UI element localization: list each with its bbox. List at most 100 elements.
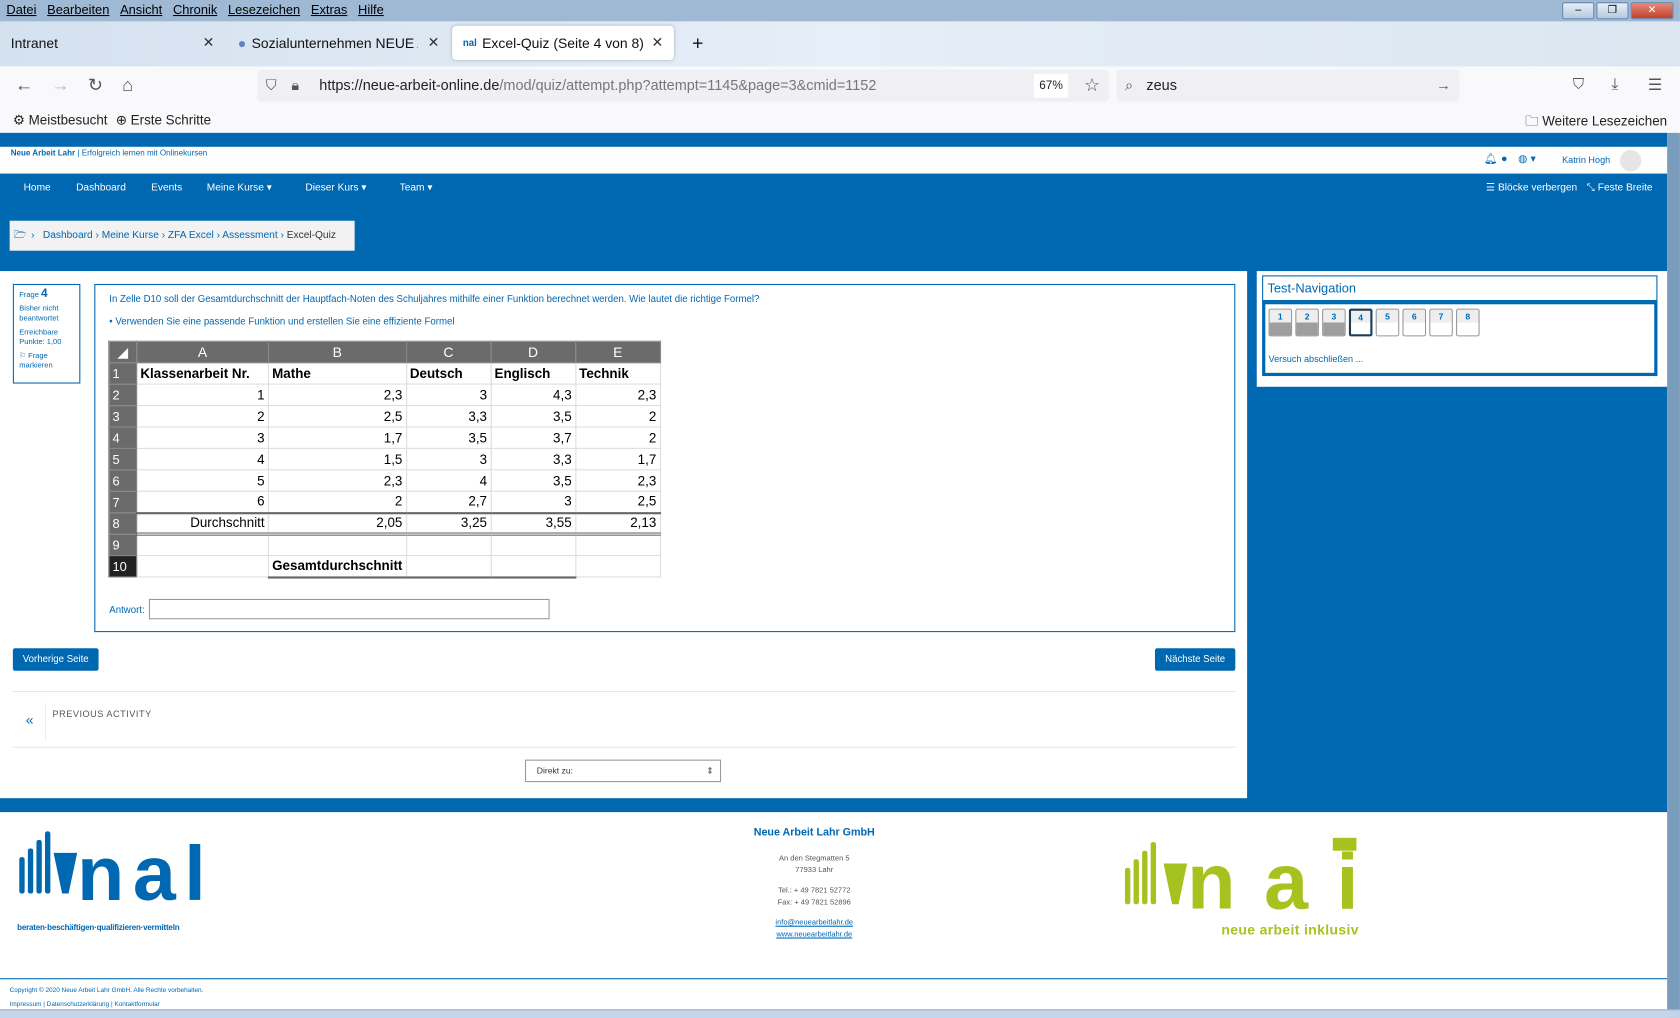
close-tab-icon[interactable]: ✕ (428, 34, 440, 51)
row-header: 7 (108, 490, 138, 514)
sheet-cell (574, 554, 661, 578)
breadcrumb-excel-quiz: Excel-Quiz (286, 229, 336, 242)
bookmark-erste-schritte[interactable]: ⊕ Erste Schritte (116, 111, 211, 127)
nav-meine-kurse[interactable]: Meine Kurse ▾ (207, 182, 272, 194)
breadcrumb-zfa-excel[interactable]: ZFA Excel (168, 229, 214, 241)
double-chevron-left-icon[interactable]: « (26, 711, 34, 727)
language-icon[interactable]: ◍ ▾ (1518, 153, 1536, 165)
bookmark-meistbesucht[interactable]: ⚙ Meistbesucht (13, 111, 108, 127)
quiz-page-6-button[interactable]: 6 (1402, 308, 1427, 337)
menu-lesezeichen[interactable]: Lesezeichen (228, 2, 300, 19)
quiz-page-5-button[interactable]: 5 (1375, 308, 1400, 337)
question-number: 4 (40, 287, 48, 300)
quiz-page-3-button[interactable]: 3 (1322, 308, 1346, 337)
bell-icon[interactable]: 🔔︎ (1484, 153, 1498, 165)
user-name[interactable]: Katrin Hogh (1562, 154, 1610, 165)
other-bookmarks[interactable]: 🗀 Weitere Lesezeichen (1525, 111, 1667, 133)
row-header: 6 (108, 469, 138, 492)
footer-links[interactable]: Impressum | Datenschutzerklärung | Konta… (10, 1002, 160, 1008)
quiz-page-2-button[interactable]: 2 (1295, 308, 1319, 337)
question-label: Frage (19, 291, 39, 299)
pocket-icon[interactable]: ⛉ (1573, 75, 1584, 93)
fixed-width-link[interactable]: ⤡ Feste Breite (1587, 182, 1653, 194)
quiz-page-1-button[interactable]: 1 (1268, 308, 1293, 337)
nav-team[interactable]: Team ▾ (400, 182, 433, 194)
tab-excel-quiz[interactable]: nal Excel-Quiz (Seite 4 von 8) ✕ (452, 25, 674, 60)
close-tab-icon[interactable]: ✕ (652, 34, 664, 51)
menu-bearbeiten[interactable]: Bearbeiten (47, 2, 109, 19)
tab-intranet[interactable]: Intranet ✕ (0, 26, 225, 60)
url-host: https://neue-arbeit-online.de (319, 77, 500, 94)
previous-page-button[interactable]: Vorherige Seite (12, 648, 99, 671)
restore-button[interactable]: ❐ (1596, 2, 1629, 20)
flag-question[interactable]: ⚐ Frage markieren (19, 351, 74, 370)
menu-hilfe[interactable]: Hilfe (358, 2, 384, 19)
url-bar[interactable]: ⛉ 🔒︎ https://neue-arbeit-online.de/mod/q… (257, 69, 1109, 102)
row-header: 4 (108, 426, 138, 449)
nav-home[interactable]: Home (24, 182, 51, 194)
lock-icon: 🔒︎ (291, 77, 300, 94)
sheet-row: 3 2 2,5 3,3 3,5 2 (108, 404, 661, 428)
breadcrumb-meine-kurse[interactable]: Meine Kurse (102, 229, 159, 241)
chat-icon[interactable]: ● (1501, 153, 1507, 165)
sheet-cell: Klassenarbeit Nr. (136, 362, 269, 385)
tab-sozialunternehmen[interactable]: ●Sozialunternehmen NEUE ARBEI ✕ (227, 26, 450, 60)
breadcrumb-dashboard[interactable]: Dashboard (43, 229, 93, 241)
nav-dieser-kurs[interactable]: Dieser Kurs ▾ (305, 182, 366, 194)
nav-events[interactable]: Events (151, 182, 182, 194)
hide-blocks-link[interactable]: ☰ Blöcke verbergen (1486, 182, 1577, 194)
zoom-level[interactable]: 67% (1033, 73, 1069, 98)
fixed-width-label: Feste Breite (1597, 182, 1653, 194)
next-page-button[interactable]: Nächste Seite (1154, 648, 1236, 671)
tab-bar: Intranet ✕ ●Sozialunternehmen NEUE ARBEI ✕… (0, 21, 1680, 67)
tab-label: Intranet (10, 34, 58, 51)
sheet-cell: 4 (136, 447, 269, 471)
sheet-cell: 2,3 (267, 469, 407, 492)
avatar[interactable] (1619, 149, 1642, 172)
star-icon[interactable]: ☆ (1084, 70, 1100, 102)
back-icon[interactable]: ← (15, 75, 33, 96)
footer-web-link[interactable]: www.neuearbeitlahr.de (750, 931, 879, 938)
new-tab-button[interactable]: + (681, 26, 714, 60)
sheet-cell: 3,25 (405, 511, 492, 536)
close-window-button[interactable]: ✕ (1630, 2, 1674, 20)
sheet-cell: 5 (136, 469, 269, 492)
go-arrow-icon[interactable]: → (1436, 70, 1450, 102)
gear-icon: ⚙ (12, 112, 25, 128)
site-brand[interactable]: Neue Arbeit Lahr (11, 148, 75, 158)
home-icon[interactable]: ⌂ (122, 75, 133, 96)
folder-open-icon[interactable]: 🗁 (14, 221, 27, 251)
sheet-cell: 2,05 (267, 511, 407, 536)
test-navigation-block: Test-Navigation Versuch abschließen ... … (1256, 271, 1668, 387)
previous-activity-link[interactable]: PREVIOUS ACTIVITY (52, 708, 151, 719)
breadcrumb-assessment[interactable]: Assessment (222, 229, 277, 241)
close-tab-icon[interactable]: ✕ (203, 34, 215, 51)
minimize-button[interactable]: – (1562, 2, 1595, 20)
row-header: 8 (108, 512, 138, 535)
forward-icon[interactable]: → (51, 75, 69, 96)
menu-chronik[interactable]: Chronik (173, 2, 217, 19)
answer-input[interactable] (148, 598, 550, 620)
search-input[interactable]: ⌕ zeus → (1116, 69, 1460, 102)
quiz-page-8-button[interactable]: 8 (1456, 308, 1480, 337)
hide-blocks-label: Blöcke verbergen (1498, 182, 1578, 194)
finish-attempt-link[interactable]: Versuch abschließen ... (1269, 354, 1364, 365)
sheet-cell: Technik (574, 362, 661, 385)
sheet-row: 1 Klassenarbeit Nr. Mathe Deutsch Englisch Te… (108, 362, 661, 385)
hamburger-menu-icon[interactable]: ☰ (1648, 75, 1662, 94)
reload-icon[interactable]: ↻ (88, 75, 103, 96)
footer-email-link[interactable]: info@neuearbeitlahr.de (750, 919, 879, 926)
download-icon[interactable]: ⤓ (1611, 75, 1618, 93)
site-tagline: | Erfolgreich lernen mit Onlinekursen (77, 147, 208, 158)
menu-ansicht[interactable]: Ansicht (120, 2, 162, 19)
flag-icon: ⚐ (19, 352, 27, 360)
question-info: Frage 4 Bisher nicht beantwortet Erreich… (12, 283, 81, 384)
nav-dashboard[interactable]: Dashboard (76, 182, 126, 194)
footer: nal beraten·beschäftigen·qualifizieren·v… (0, 812, 1668, 1018)
quiz-page-4-button[interactable]: 4 (1348, 308, 1373, 337)
menu-datei[interactable]: Datei (6, 2, 36, 19)
menu-extras[interactable]: Extras (311, 2, 347, 19)
quiz-page-7-button[interactable]: 7 (1429, 308, 1453, 337)
page-scrollbar[interactable] (1667, 132, 1680, 1018)
jump-to-select[interactable]: Direkt zu: ⇕ (524, 759, 722, 783)
